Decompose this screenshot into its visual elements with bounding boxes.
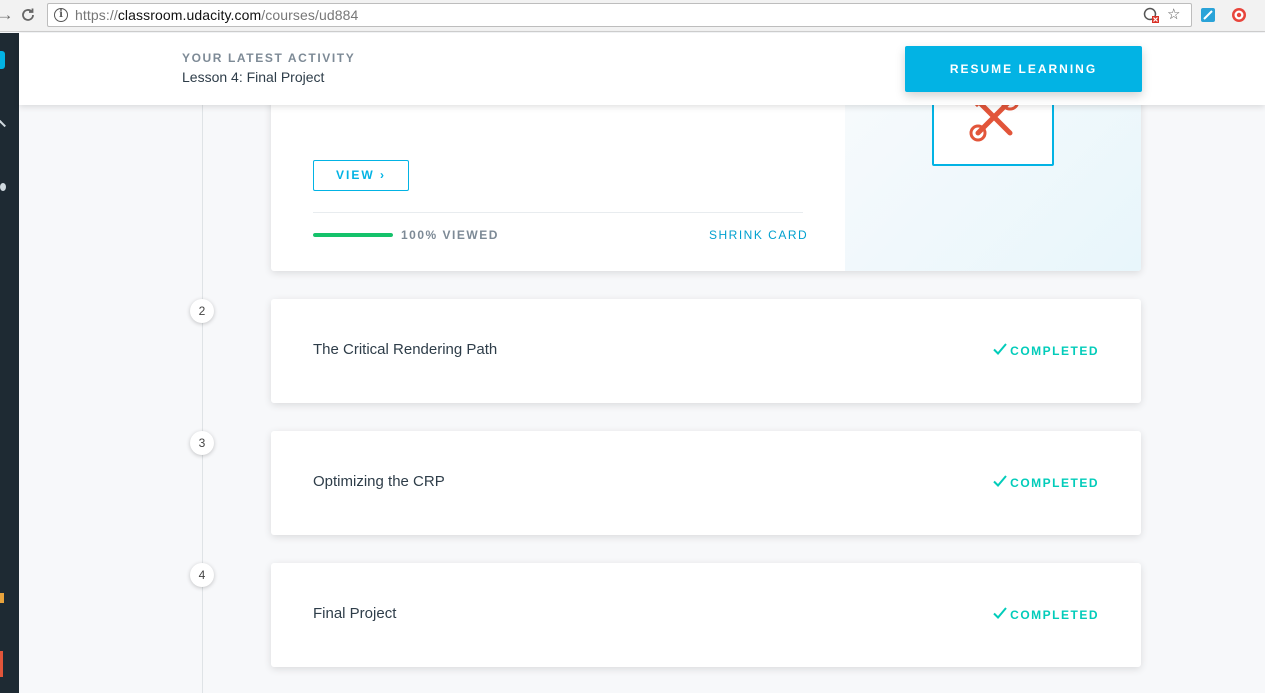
lesson-card[interactable]: The Critical Rendering Path COMPLETED <box>271 299 1141 403</box>
target-extension-icon[interactable] <box>1231 7 1247 23</box>
url-text[interactable]: https://classroom.udacity.com/courses/ud… <box>75 7 358 23</box>
resume-learning-button[interactable]: RESUME LEARNING <box>905 46 1142 92</box>
profile-icon[interactable] <box>0 651 3 677</box>
lesson-title[interactable]: Final Project <box>313 605 396 622</box>
step-number: 4 <box>190 563 214 587</box>
latest-lesson-name[interactable]: Lesson 4: Final Project <box>182 69 324 85</box>
view-button[interactable]: VIEW › <box>313 160 409 191</box>
info-icon[interactable]: i <box>54 8 68 22</box>
latest-activity-bar: YOUR LATEST ACTIVITY Lesson 4: Final Pro… <box>19 33 1265 105</box>
extension-icon[interactable] <box>1200 7 1216 23</box>
chevron-right-icon: › <box>380 168 386 182</box>
menu-icon[interactable] <box>0 593 4 603</box>
step-number: 2 <box>190 299 214 323</box>
reload-icon[interactable] <box>17 4 39 26</box>
content-blocked-icon[interactable] <box>1143 7 1159 27</box>
address-bar[interactable]: i https://classroom.udacity.com/courses/… <box>47 3 1192 27</box>
checkmark-icon <box>993 343 1007 355</box>
progress-text: 100% VIEWED <box>401 228 499 242</box>
completed-status: COMPLETED <box>993 606 1099 622</box>
lesson-image-panel <box>845 80 1141 271</box>
progress-fill <box>313 233 393 237</box>
lesson-title[interactable]: Optimizing the CRP <box>313 473 445 490</box>
progress-bar <box>313 233 393 237</box>
udacity-logo-icon[interactable] <box>0 51 5 69</box>
browser-toolbar: → i https://classroom.udacity.com/course… <box>0 0 1265 32</box>
expanded-lesson-card: VIEW › 100% VIEWED SHRINK CARD <box>271 80 1141 271</box>
checkmark-icon <box>993 475 1007 487</box>
shrink-card-link[interactable]: SHRINK CARD <box>709 228 808 242</box>
step-number: 3 <box>190 431 214 455</box>
latest-activity-label: YOUR LATEST ACTIVITY <box>182 51 356 65</box>
checkmark-icon <box>993 607 1007 619</box>
bookmark-star-icon[interactable]: ☆ <box>1167 7 1180 23</box>
timeline-line <box>202 105 203 693</box>
lesson-card[interactable]: Final Project COMPLETED <box>271 563 1141 667</box>
lesson-title[interactable]: The Critical Rendering Path <box>313 341 497 358</box>
lesson-card[interactable]: Optimizing the CRP COMPLETED <box>271 431 1141 535</box>
completed-status: COMPLETED <box>993 342 1099 358</box>
back-arrow-icon[interactable]: → <box>0 4 16 26</box>
star-icon[interactable] <box>0 183 6 191</box>
card-divider <box>313 212 803 213</box>
completed-status: COMPLETED <box>993 474 1099 490</box>
chevron-up-icon[interactable] <box>0 120 6 130</box>
sidebar-rail <box>0 33 19 693</box>
